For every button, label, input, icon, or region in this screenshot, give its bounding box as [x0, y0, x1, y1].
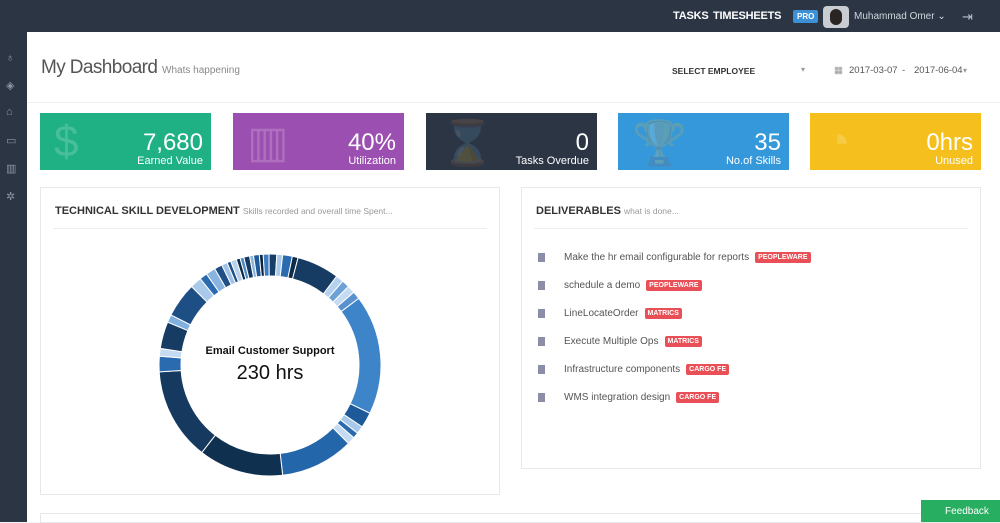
nav-tasks[interactable]: TASKS — [673, 10, 709, 22]
card-label: No.of Skills — [725, 155, 781, 167]
deliverable-item[interactable]: schedule a demo PEOPLEWARE — [536, 279, 956, 307]
file-icon — [538, 309, 545, 318]
gear-icon[interactable]: ✲ — [6, 190, 15, 203]
project-tag: CARGO FE — [686, 364, 730, 375]
deliverable-item[interactable]: WMS integration design CARGO FE — [536, 391, 956, 419]
tag-icon[interactable]: ⌂ — [6, 106, 13, 118]
card-bg-icon: $ — [54, 117, 79, 166]
credit-card-icon[interactable]: ▭ — [6, 134, 16, 147]
file-icon — [538, 253, 545, 262]
lightbulb-icon[interactable]: ♁ — [6, 52, 14, 64]
chevron-down-icon[interactable]: ▾ — [963, 66, 967, 75]
donut-segment[interactable] — [201, 434, 284, 477]
user-name: Muhammad Omer — [854, 11, 935, 22]
deliverable-text: LineLocateOrder — [564, 308, 639, 319]
skills-donut-chart[interactable] — [41, 188, 499, 494]
main-content: My Dashboard Whats happening SELECT EMPL… — [27, 32, 1000, 522]
card-label: Tasks Overdue — [515, 155, 589, 167]
card-bg-icon: 🏆 — [632, 119, 687, 168]
deliverables-subtitle: what is done... — [624, 206, 679, 216]
stat-card[interactable]: 🏆 35 No.of Skills — [618, 113, 789, 170]
chevron-down-icon: ⌄ — [937, 11, 946, 22]
deliverable-text: Make the hr email configurable for repor… — [564, 252, 750, 263]
project-tag: MATRICS — [644, 308, 682, 319]
stat-card[interactable]: $7,680 Earned Value — [40, 113, 211, 170]
card-label: Earned Value — [137, 155, 203, 167]
skill-development-panel: TECHNICAL SKILL DEVELOPMENT Skills recor… — [40, 187, 500, 495]
card-value: 0hrs — [926, 129, 973, 156]
card-bg-icon: ▥ — [247, 118, 289, 167]
deliverable-item[interactable]: LineLocateOrder MATRICS — [536, 307, 956, 335]
file-icon — [538, 365, 545, 374]
project-tag: PEOPLEWARE — [755, 252, 811, 263]
project-tag: MATRICS — [664, 336, 702, 347]
date-separator: - — [902, 65, 906, 76]
feedback-button[interactable]: Feedback — [921, 500, 1000, 522]
card-value: 7,680 — [142, 129, 203, 156]
sidebar: ♁ ◈ ⌂ ▭ ▥ ✲ — [0, 32, 27, 522]
stat-card[interactable]: ◔ 0hrs Unused — [810, 113, 981, 170]
divider — [27, 102, 1000, 103]
card-bg-icon: ⌛ — [440, 119, 495, 168]
nav-timesheets[interactable]: TIMESHEETS — [713, 10, 781, 22]
panel-title: DELIVERABLES what is done... — [536, 205, 679, 217]
file-icon — [538, 281, 545, 290]
card-bg-icon: ◔ — [824, 117, 851, 166]
card-label: Utilization — [348, 155, 396, 167]
stat-card[interactable]: ▥ 40% Utilization — [233, 113, 404, 170]
deliverable-item[interactable]: Infrastructure components CARGO FE — [536, 363, 956, 391]
deliverable-text: Execute Multiple Ops — [564, 336, 659, 347]
user-menu[interactable]: Muhammad Omer ⌄ — [854, 11, 946, 22]
sign-out-icon[interactable]: ⇥ — [962, 9, 973, 25]
deliverables-title: DELIVERABLES — [536, 205, 621, 217]
select-employee-dropdown[interactable]: SELECT EMPLOYEE — [672, 66, 755, 76]
deliverable-text: Infrastructure components — [564, 364, 681, 375]
file-icon — [538, 393, 545, 402]
top-navbar: TASKS TIMESHEETS PRO Muhammad Omer ⌄ ⇥ — [0, 0, 1000, 32]
deliverable-text: schedule a demo — [564, 280, 641, 291]
card-value: 40% — [347, 129, 396, 156]
chevron-down-icon[interactable]: ▾ — [801, 65, 805, 74]
pro-badge: PRO — [793, 10, 819, 23]
deliverable-text: WMS integration design — [564, 392, 671, 403]
donut-center-value: 230 hrs — [236, 362, 304, 384]
bar-chart-icon[interactable]: ▥ — [6, 162, 16, 175]
project-tag: PEOPLEWARE — [646, 280, 702, 291]
page-title: My Dashboard Whats happening — [41, 57, 240, 79]
donut-segment[interactable] — [279, 427, 350, 476]
card-value: 0 — [575, 129, 589, 156]
page-title-text: My Dashboard — [41, 57, 158, 78]
file-icon — [538, 337, 545, 346]
calendar-icon[interactable]: ▦ — [834, 65, 843, 76]
diamond-icon[interactable]: ◈ — [6, 79, 14, 92]
avatar[interactable] — [823, 6, 849, 28]
card-value: 35 — [754, 129, 781, 156]
deliverable-item[interactable]: Execute Multiple Ops MATRICS — [536, 335, 956, 363]
date-to[interactable]: 2017-06-04 — [914, 65, 963, 76]
donut-segment[interactable] — [262, 253, 270, 277]
project-tag: CARGO FE — [676, 392, 720, 403]
card-label: Unused — [935, 155, 973, 167]
divider — [534, 228, 968, 229]
deliverable-item[interactable]: Make the hr email configurable for repor… — [536, 251, 956, 279]
page-subtitle: Whats happening — [162, 65, 240, 76]
donut-center-label: Email Customer Support — [205, 345, 335, 357]
stat-card[interactable]: ⌛ 0 Tasks Overdue — [426, 113, 597, 170]
deliverables-panel: DELIVERABLES what is done... Make the hr… — [521, 187, 981, 469]
feedback-label: Feedback — [945, 506, 989, 517]
date-from[interactable]: 2017-03-07 — [849, 65, 898, 76]
